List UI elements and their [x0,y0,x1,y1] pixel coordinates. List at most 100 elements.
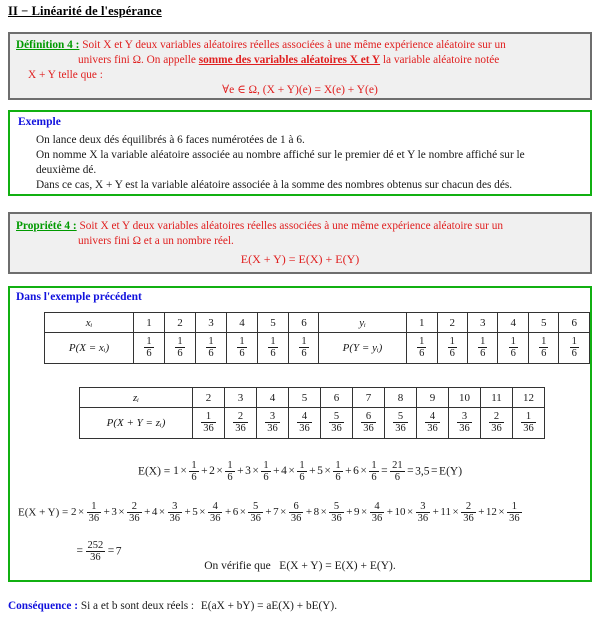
property-label: Propriété 4 : [16,220,77,232]
table-x-header-xi: xᵢ [44,312,134,333]
property-line-2: univers fini Ω et a un nombre réel. [78,235,234,247]
table-x-prob-2: 16 [195,332,227,364]
definition-box: Définition 4 : Soit X et Y deux variable… [8,32,592,100]
computation-ex-tail: E(Y) [439,465,463,478]
table-z-distribution: zᵢ 2 3 4 5 6 7 8 9 10 11 12 P(X + Y = zᵢ… [79,387,545,439]
table-x-value-5: 6 [288,312,320,333]
table-y-prob-5: 16 [558,332,590,364]
table-z-prob-3: 4 36 [288,407,321,439]
table-z-value-8: 10 [448,387,481,408]
example-line-3: deuxième dé. [36,164,97,176]
table-x-value-0: 1 [133,312,165,333]
table-x-value-2: 3 [195,312,227,333]
definition-line-2-before: univers fini Ω. On appelle [78,54,199,66]
example-line-4: Dans ce cas, X + Y est la variable aléat… [36,179,513,191]
previous-example-label: Dans l'exemple précédent [16,291,142,303]
computation-exy-term-9: 11 × 2 36 [440,500,476,524]
table-z-value-7: 9 [416,387,449,408]
previous-example-box: Dans l'exemple précédent xᵢ 1 2 3 4 5 6 … [8,286,592,582]
computation-ex-term-5: 6 × 1 6 [353,459,379,483]
table-z-value-2: 4 [256,387,289,408]
table-y-prob-3: 16 [497,332,529,364]
computation-exy-term-1: 3 × 2 36 [111,500,142,524]
table-z-value-0: 2 [192,387,225,408]
table-y-prob-4: 16 [527,332,560,364]
table-row: P(X = xᵢ) 16 16 16 16 16 16 [44,332,320,364]
table-x-prob-1: 16 [164,332,196,364]
table-z-value-6: 8 [384,387,417,408]
computation-exy-term-4: 6 × 5 36 [232,500,263,524]
table-y-value-2: 3 [466,312,499,333]
table-row: P(Y = yᵢ) 16 16 16 16 16 16 [317,332,590,364]
table-x-prob-4: 16 [257,332,289,364]
table-y-header-prob: P(Y = yᵢ) [317,332,408,364]
table-z-value-3: 5 [288,387,321,408]
computation-exy-term-0: 2 × 1 36 [70,500,102,524]
table-row: xᵢ 1 2 3 4 5 6 [44,312,320,333]
table-z-prob-6: 5 36 [384,407,417,439]
verification-prefix: On vérifie que [204,560,271,572]
table-x-value-4: 5 [257,312,289,333]
computation-ex-term-4: 5 × 1 6 [317,459,343,483]
computation-exy-term-10: 12 × 1 36 [485,500,522,524]
table-x-prob-3: 16 [226,332,258,364]
table-y-value-5: 6 [558,312,590,333]
table-y-prob-1: 16 [436,332,468,364]
computation-exy-term-8: 10 × 3 36 [394,500,431,524]
consequence-formula: E(aX + bY) = aE(X) + bE(Y). [200,600,338,612]
table-z-prob-5: 6 36 [352,407,385,439]
table-x-distribution: xᵢ 1 2 3 4 5 6 P(X = xᵢ) 16 16 16 16 16 … [44,312,320,364]
table-x-header-prob: P(X = xᵢ) [44,332,134,364]
definition-line-2-after: la variable aléatoire notée [380,54,500,66]
definition-formula: ∀e ∈ Ω, (X + Y)(e) = X(e) + Y(e) [222,84,378,96]
table-y-value-3: 4 [497,312,529,333]
verification-line: On vérifie que E(X + Y) = E(X) + E(Y). [10,560,590,572]
definition-line-3: X + Y telle que : [28,69,103,81]
example-box: Exemple On lance deux dés équilibrés à 6… [8,110,592,196]
computation-exy-term-7: 9 × 4 36 [354,500,385,524]
table-z-prob-2: 3 36 [256,407,289,439]
example-label: Exemple [18,116,61,128]
table-y-prob-0: 16 [406,332,438,364]
property-box: Propriété 4 : Soit X et Y deux variables… [8,212,592,274]
table-z-header-prob: P(X + Y = zᵢ) [79,407,193,439]
table-z-prob-10: 1 36 [512,407,545,439]
property-line-1: Soit X et Y deux variables aléatoires ré… [79,220,504,232]
table-x-value-3: 4 [226,312,258,333]
verification-formula: E(X + Y) = E(X) + E(Y). [279,560,396,572]
table-y-distribution: yᵢ 1 2 3 4 5 6 P(Y = yᵢ) 16 16 16 16 16 … [317,312,590,364]
table-x-value-1: 2 [164,312,196,333]
consequence-label: Conséquence : [8,600,78,612]
table-z-prob-8: 3 36 [448,407,481,439]
computation-ex-term-3: 4 × 1 6 [281,459,307,483]
table-z-prob-4: 5 36 [320,407,353,439]
table-z-prob-9: 2 36 [480,407,513,439]
definition-label: Définition 4 : [16,39,80,51]
table-x-prob-5: 16 [288,332,320,364]
table-y-header-yi: yᵢ [317,312,408,333]
computation-ex-term-1: 2 × 1 6 [209,459,235,483]
table-z-value-4: 6 [320,387,353,408]
table-z-prob-7: 4 36 [416,407,449,439]
table-y-value-1: 2 [436,312,468,333]
computation-exy-term-6: 8 × 5 36 [313,500,344,524]
table-z-value-9: 11 [480,387,513,408]
table-z-prob-1: 2 36 [224,407,257,439]
computation-exy: E(X + Y) = 2 × 1 36 +3 × 2 36 +4 × 3 36 +5 × 4 36 +6 × 5 36… [18,501,523,525]
document-page: II − Linéarité de l'espérance Définition… [0,0,600,632]
definition-line-1: Soit X et Y deux variables aléatoires ré… [82,39,506,51]
computation-exy-term-2: 4 × 3 36 [151,500,183,524]
computation-exy-result-value: 7 [115,545,122,558]
computation-ex-decimal: 3,5 [415,465,430,478]
definition-line-2-emphasis: somme des variables aléatoires X et Y [198,54,381,66]
table-y-prob-2: 16 [466,332,499,364]
property-formula: E(X + Y) = E(X) + E(Y) [240,252,360,266]
table-z-header-zi: zᵢ [79,387,193,408]
example-line-1: On lance deux dés équilibrés à 6 faces n… [36,134,305,146]
table-z-prob-0: 1 36 [192,407,225,439]
consequence-line: Conséquence : Si a et b sont deux réels … [8,600,337,612]
consequence-text: Si a et b sont deux réels : [80,600,195,612]
table-z-value-5: 7 [352,387,385,408]
table-z-value-10: 12 [512,387,545,408]
table-z-value-1: 3 [224,387,257,408]
